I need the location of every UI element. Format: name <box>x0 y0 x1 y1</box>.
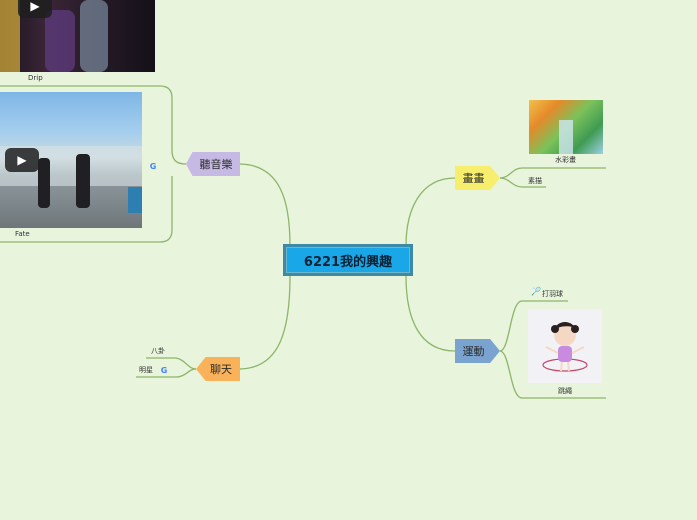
draw-item-sketch[interactable]: 素描 <box>528 176 542 186</box>
performer-shape <box>76 154 90 208</box>
topic-music[interactable]: 聽音樂 <box>186 152 240 176</box>
play-icon[interactable]: ▶ <box>5 148 39 172</box>
video-fate-thumbnail[interactable]: ▶ <box>0 92 142 228</box>
performer-shape <box>38 158 50 208</box>
jump-rope-illustration <box>542 322 588 372</box>
sport-item-badminton[interactable]: 打羽球 <box>542 289 563 299</box>
root-label: 6221我的興趣 <box>303 254 393 270</box>
topic-music-label: 聽音樂 <box>199 158 233 171</box>
video-caption-fate: Fate <box>15 230 30 238</box>
sport-item-jump-rope[interactable]: 跳繩 <box>558 386 572 396</box>
topic-chat-label: 聊天 <box>210 363 232 376</box>
play-icon[interactable]: ▶ <box>18 0 52 18</box>
video-drip-thumbnail[interactable]: ▶ <box>0 0 155 72</box>
dancer-shape <box>80 0 108 72</box>
root-topic[interactable]: 6221我的興趣 <box>283 244 413 276</box>
topic-drawing-label: 畫畫 <box>462 172 485 185</box>
chat-item-celebrity[interactable]: 明星 <box>139 365 153 375</box>
google-icon[interactable]: G <box>159 365 169 375</box>
chat-item-gossip[interactable]: 八卦 <box>151 346 165 356</box>
google-icon[interactable]: G <box>148 161 158 171</box>
dancer-shape <box>0 0 20 72</box>
prop-shape <box>128 187 142 213</box>
badminton-icon: 🏸 <box>531 287 541 296</box>
watercolor-image <box>529 100 603 154</box>
draw-item-watercolor[interactable]: 水彩畫 <box>555 155 576 165</box>
jump-rope-image <box>528 309 602 383</box>
topic-sports-label: 運動 <box>462 345 485 358</box>
dancer-shape <box>45 10 75 72</box>
path-shape <box>559 120 573 154</box>
video-caption-drip: Drip <box>28 74 43 82</box>
